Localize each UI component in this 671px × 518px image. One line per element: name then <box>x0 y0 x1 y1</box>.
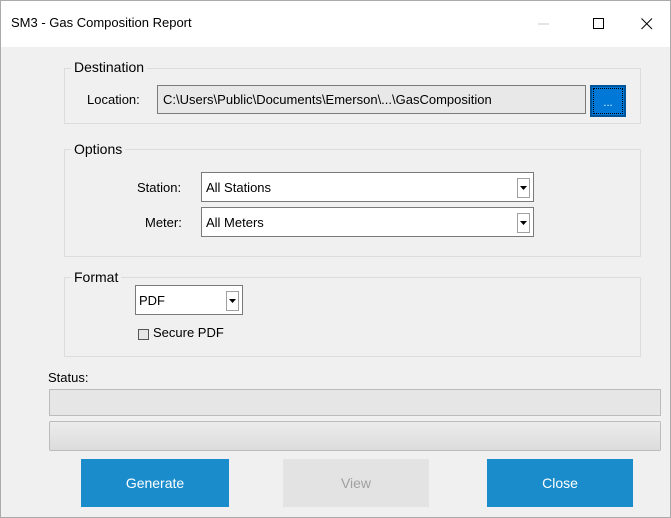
chevron-down-icon <box>229 299 236 303</box>
format-select[interactable]: PDF <box>135 285 243 315</box>
format-group-label: Format <box>71 269 122 285</box>
maximize-button[interactable] <box>576 1 622 47</box>
options-group-label: Options <box>71 141 126 157</box>
station-select[interactable]: All Stations <box>201 172 534 202</box>
chevron-down-icon <box>520 186 527 190</box>
progress-bar <box>49 421 661 451</box>
generate-button[interactable]: Generate <box>81 459 229 507</box>
format-dropdown-arrow[interactable] <box>226 291 239 311</box>
status-label: Status: <box>48 370 89 385</box>
location-field[interactable]: C:\Users\Public\Documents\Emerson\...\Ga… <box>157 85 586 114</box>
station-select-value: All Stations <box>206 180 272 195</box>
close-button[interactable]: Close <box>487 459 633 507</box>
title-bar: SM3 - Gas Composition Report <box>1 1 670 47</box>
meter-dropdown-arrow[interactable] <box>517 213 530 233</box>
close-window-button[interactable] <box>624 1 670 47</box>
meter-label: Meter: <box>145 215 182 230</box>
gas-composition-report-window: SM3 - Gas Composition Report Destination… <box>0 0 671 518</box>
location-label: Location: <box>87 92 140 107</box>
minimize-button[interactable] <box>521 1 567 47</box>
secure-pdf-checkbox[interactable] <box>138 329 149 340</box>
view-button[interactable]: View <box>283 459 429 507</box>
meter-select-value: All Meters <box>206 215 264 230</box>
status-text-box <box>49 389 661 416</box>
browse-button[interactable]: ... <box>590 85 626 117</box>
station-dropdown-arrow[interactable] <box>517 178 530 198</box>
options-group <box>64 149 641 257</box>
meter-select[interactable]: All Meters <box>201 207 534 237</box>
window-title: SM3 - Gas Composition Report <box>11 15 192 30</box>
maximize-icon <box>593 18 604 29</box>
minimize-icon <box>538 23 549 25</box>
secure-pdf-label[interactable]: Secure PDF <box>153 325 224 340</box>
chevron-down-icon <box>520 221 527 225</box>
destination-group-label: Destination <box>71 59 148 75</box>
format-select-value: PDF <box>139 293 165 308</box>
close-icon <box>641 18 653 30</box>
station-label: Station: <box>137 180 182 195</box>
